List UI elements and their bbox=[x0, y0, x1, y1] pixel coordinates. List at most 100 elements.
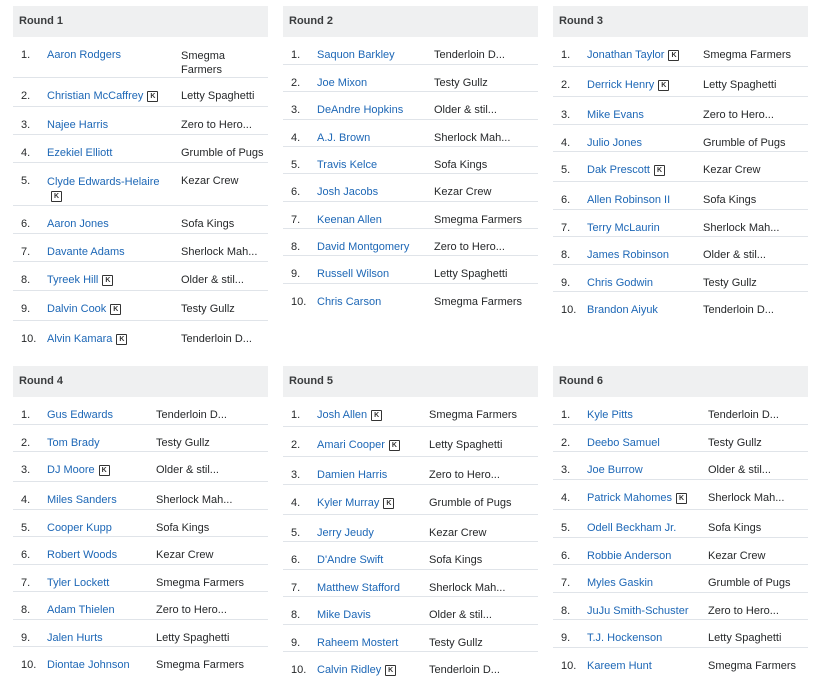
pick-row: 6. Allen Robinson II Sofa Kings bbox=[553, 182, 808, 210]
player-link-christian-mccaffrey[interactable]: Christian McCaffrey bbox=[47, 90, 143, 102]
player-link-raheem-mostert[interactable]: Raheem Mostert bbox=[317, 637, 398, 649]
round-2-panel: Round 2 1. Saquon Barkley Tenderloin D... 2.… bbox=[283, 6, 538, 312]
player-link-dj-moore[interactable]: DJ Moore bbox=[47, 464, 95, 476]
fantasy-team-name: Smegma Farmers bbox=[708, 660, 797, 672]
player-link-damien-harris[interactable]: Damien Harris bbox=[317, 469, 387, 481]
pick-number: 5. bbox=[561, 522, 571, 534]
player-link-d-andre-swift[interactable]: D'Andre Swift bbox=[317, 554, 383, 566]
player-link-davante-adams[interactable]: Davante Adams bbox=[47, 246, 125, 258]
pick-number: 2. bbox=[291, 77, 301, 89]
player-link-josh-allen[interactable]: Josh Allen bbox=[317, 409, 367, 421]
player-link-matthew-stafford[interactable]: Matthew Stafford bbox=[317, 582, 400, 594]
player-link-jalen-hurts[interactable]: Jalen Hurts bbox=[47, 632, 103, 644]
pick-number: 10. bbox=[561, 304, 577, 316]
player-link-keenan-allen[interactable]: Keenan Allen bbox=[317, 214, 382, 226]
player-link-kareem-hunt[interactable]: Kareem Hunt bbox=[587, 660, 652, 672]
pick-number: 4. bbox=[291, 132, 301, 144]
fantasy-team-name: Smegma Farmers bbox=[429, 409, 518, 421]
player-link-najee-harris[interactable]: Najee Harris bbox=[47, 119, 108, 131]
player-link-patrick-mahomes[interactable]: Patrick Mahomes bbox=[587, 492, 672, 504]
player-link-tyreek-hill[interactable]: Tyreek Hill bbox=[47, 274, 98, 286]
player-link-jerry-jeudy[interactable]: Jerry Jeudy bbox=[317, 527, 374, 539]
player-link-tom-brady[interactable]: Tom Brady bbox=[47, 437, 100, 449]
fantasy-team-name: Older & stil... bbox=[708, 464, 771, 476]
player-link-jonathan-taylor[interactable]: Jonathan Taylor bbox=[587, 49, 664, 61]
pick-row: 6. Josh Jacobs Kezar Crew bbox=[283, 174, 538, 202]
player-cell: Amari Cooper K bbox=[317, 439, 429, 451]
player-link-t-j-hockenson[interactable]: T.J. Hockenson bbox=[587, 632, 662, 644]
pick-number: 1. bbox=[561, 409, 571, 421]
player-cell: Mike Davis bbox=[317, 609, 429, 621]
keeper-badge-icon: K bbox=[371, 409, 383, 421]
pick-row: 7. Tyler Lockett Smegma Farmers bbox=[13, 565, 268, 592]
pick-number: 10. bbox=[291, 296, 307, 308]
player-link-diontae-johnson[interactable]: Diontae Johnson bbox=[47, 659, 130, 671]
fantasy-team-name: Grumble of Pugs bbox=[703, 137, 786, 149]
pick-number: 2. bbox=[21, 90, 31, 102]
player-link-deebo-samuel[interactable]: Deebo Samuel bbox=[587, 437, 660, 449]
player-link-russell-wilson[interactable]: Russell Wilson bbox=[317, 268, 389, 280]
player-link-terry-mclaurin[interactable]: Terry McLaurin bbox=[587, 222, 660, 234]
player-link-miles-sanders[interactable]: Miles Sanders bbox=[47, 494, 117, 506]
fantasy-team-name: Letty Spaghetti bbox=[181, 90, 255, 102]
pick-row: 2. Christian McCaffrey K Letty Spaghetti bbox=[13, 78, 268, 107]
player-link-chris-carson[interactable]: Chris Carson bbox=[317, 296, 381, 308]
player-link-derrick-henry[interactable]: Derrick Henry bbox=[587, 79, 654, 91]
keeper-badge-icon: K bbox=[102, 274, 114, 286]
player-link-clyde-edwards-helaire[interactable]: Clyde Edwards-Helaire bbox=[47, 176, 160, 188]
player-link-dak-prescott[interactable]: Dak Prescott bbox=[587, 164, 650, 176]
pick-number: 7. bbox=[561, 577, 571, 589]
player-cell: Aaron Jones bbox=[47, 218, 181, 230]
player-link-julio-jones[interactable]: Julio Jones bbox=[587, 137, 642, 149]
player-cell: DJ Moore K bbox=[47, 464, 156, 476]
player-link-myles-gaskin[interactable]: Myles Gaskin bbox=[587, 577, 653, 589]
pick-number: 6. bbox=[21, 218, 31, 230]
player-link-mike-evans[interactable]: Mike Evans bbox=[587, 109, 644, 121]
player-link-allen-robinson-ii[interactable]: Allen Robinson II bbox=[587, 194, 670, 206]
player-link-josh-jacobs[interactable]: Josh Jacobs bbox=[317, 186, 378, 198]
player-link-dalvin-cook[interactable]: Dalvin Cook bbox=[47, 303, 106, 315]
pick-row: 2. Deebo Samuel Testy Gullz bbox=[553, 425, 808, 452]
player-link-saquon-barkley[interactable]: Saquon Barkley bbox=[317, 49, 395, 61]
pick-number: 2. bbox=[561, 79, 571, 91]
pick-number: 6. bbox=[561, 194, 571, 206]
player-link-calvin-ridley[interactable]: Calvin Ridley bbox=[317, 664, 381, 676]
player-link-aaron-jones[interactable]: Aaron Jones bbox=[47, 218, 109, 230]
player-link-deandre-hopkins[interactable]: DeAndre Hopkins bbox=[317, 104, 403, 116]
player-link-james-robinson[interactable]: James Robinson bbox=[587, 249, 669, 261]
player-link-alvin-kamara[interactable]: Alvin Kamara bbox=[47, 333, 112, 345]
player-link-ezekiel-elliott[interactable]: Ezekiel Elliott bbox=[47, 147, 112, 159]
pick-row: 1. Jonathan Taylor K Smegma Farmers bbox=[553, 37, 808, 67]
player-link-odell-beckham-jr[interactable]: Odell Beckham Jr. bbox=[587, 522, 676, 534]
player-link-aaron-rodgers[interactable]: Aaron Rodgers bbox=[47, 49, 121, 61]
player-link-kyle-pitts[interactable]: Kyle Pitts bbox=[587, 409, 633, 421]
pick-number: 7. bbox=[291, 582, 301, 594]
pick-number: 10. bbox=[561, 660, 577, 672]
player-link-robbie-anderson[interactable]: Robbie Anderson bbox=[587, 550, 671, 562]
player-link-tyler-lockett[interactable]: Tyler Lockett bbox=[47, 577, 109, 589]
player-link-joe-mixon[interactable]: Joe Mixon bbox=[317, 77, 367, 89]
player-link-a-j-brown[interactable]: A.J. Brown bbox=[317, 132, 370, 144]
player-link-mike-davis[interactable]: Mike Davis bbox=[317, 609, 371, 621]
player-cell: Keenan Allen bbox=[317, 214, 434, 226]
player-cell: Terry McLaurin bbox=[587, 222, 703, 234]
player-cell: Joe Mixon bbox=[317, 77, 434, 89]
player-link-chris-godwin[interactable]: Chris Godwin bbox=[587, 277, 653, 289]
player-link-kyler-murray[interactable]: Kyler Murray bbox=[317, 497, 379, 509]
player-link-cooper-kupp[interactable]: Cooper Kupp bbox=[47, 522, 112, 534]
fantasy-team-name: Kezar Crew bbox=[181, 175, 239, 187]
player-link-adam-thielen[interactable]: Adam Thielen bbox=[47, 604, 115, 616]
pick-number: 7. bbox=[291, 214, 301, 226]
player-link-joe-burrow[interactable]: Joe Burrow bbox=[587, 464, 643, 476]
pick-row: 2. Joe Mixon Testy Gullz bbox=[283, 65, 538, 92]
player-link-amari-cooper[interactable]: Amari Cooper bbox=[317, 439, 385, 451]
player-cell: Adam Thielen bbox=[47, 604, 156, 616]
player-link-juju-smith-schuster[interactable]: JuJu Smith-Schuster bbox=[587, 605, 688, 617]
player-link-david-montgomery[interactable]: David Montgomery bbox=[317, 241, 409, 253]
player-link-gus-edwards[interactable]: Gus Edwards bbox=[47, 409, 113, 421]
player-link-travis-kelce[interactable]: Travis Kelce bbox=[317, 159, 377, 171]
fantasy-team-name: Testy Gullz bbox=[156, 437, 210, 449]
player-link-brandon-aiyuk[interactable]: Brandon Aiyuk bbox=[587, 304, 658, 316]
fantasy-team-name: Tenderloin D... bbox=[429, 664, 500, 676]
player-link-robert-woods[interactable]: Robert Woods bbox=[47, 549, 117, 561]
